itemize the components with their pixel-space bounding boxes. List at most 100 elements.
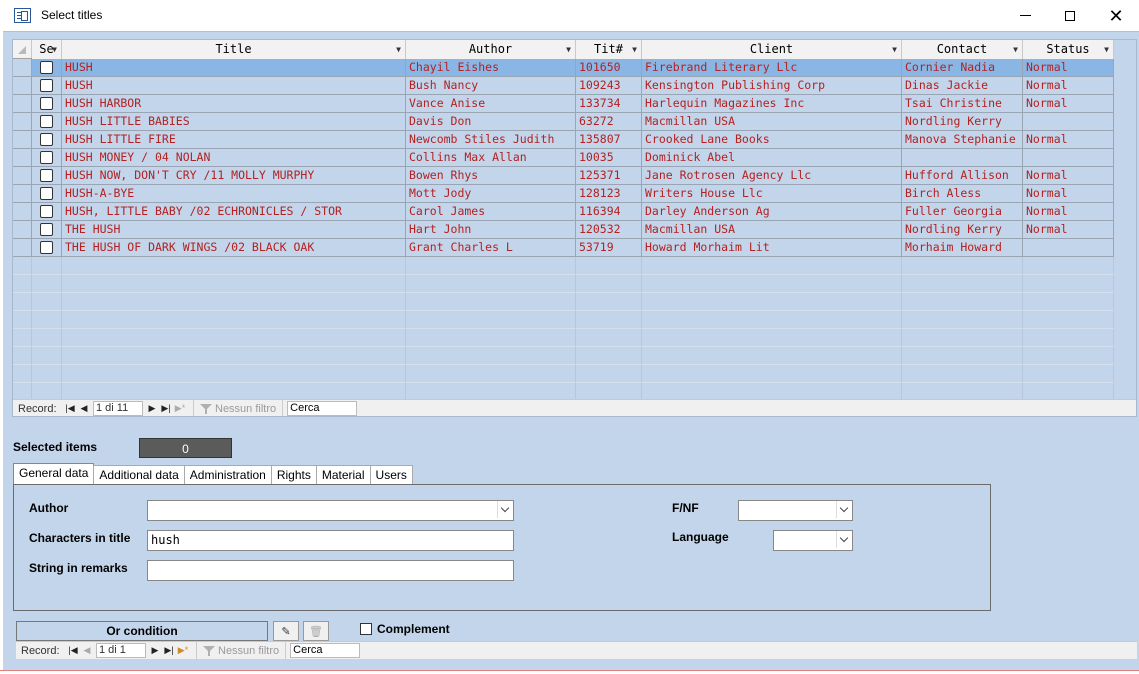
cell-client[interactable]: Firebrand Literary Llc bbox=[642, 59, 902, 77]
row-checkbox[interactable] bbox=[40, 205, 53, 218]
cell-status[interactable] bbox=[1023, 149, 1114, 167]
sort-filter-arrow-icon[interactable]: ▼ bbox=[1104, 41, 1109, 59]
cell-title[interactable]: HUSH LITTLE FIRE bbox=[62, 131, 406, 149]
next-record-icon[interactable]: ▶ bbox=[145, 403, 159, 414]
sort-filter-arrow-icon[interactable]: ▼ bbox=[396, 41, 401, 59]
row-checkbox[interactable] bbox=[40, 169, 53, 182]
cell-contact[interactable]: Fuller Georgia bbox=[902, 203, 1023, 221]
row-checkbox[interactable] bbox=[40, 97, 53, 110]
author-combo[interactable] bbox=[147, 500, 514, 521]
column-header-5[interactable]: Contact ▼ bbox=[902, 40, 1023, 59]
sort-filter-arrow-icon[interactable]: ▼ bbox=[52, 41, 57, 59]
tab-material[interactable]: Material bbox=[315, 465, 371, 484]
tab-general-data[interactable]: General data bbox=[13, 463, 95, 485]
row-checkbox[interactable] bbox=[40, 115, 53, 128]
table-row[interactable]: HUSH LITTLE BABIES Davis Don 63272 Macmilla… bbox=[13, 113, 1114, 131]
row-checkbox[interactable] bbox=[40, 187, 53, 200]
author-dropdown-button[interactable] bbox=[497, 501, 512, 518]
cell-status[interactable]: Normal bbox=[1023, 167, 1114, 185]
cell-client[interactable]: Howard Morhaim Lit bbox=[642, 239, 902, 257]
row-selector[interactable] bbox=[13, 59, 32, 77]
cell-title[interactable]: HUSH NOW, DON'T CRY /11 MOLLY MURPHY bbox=[62, 167, 406, 185]
row-selector[interactable] bbox=[13, 239, 32, 257]
cell-author[interactable]: Hart John bbox=[406, 221, 576, 239]
column-header-2[interactable]: Author ▼ bbox=[406, 40, 576, 59]
cell-client[interactable]: Darley Anderson Ag bbox=[642, 203, 902, 221]
cell-contact[interactable]: Manova Stephanie bbox=[902, 131, 1023, 149]
row-selector[interactable] bbox=[13, 203, 32, 221]
prev-record-icon[interactable]: ◀ bbox=[77, 403, 91, 414]
tab-users[interactable]: Users bbox=[369, 465, 413, 484]
filter-indicator[interactable]: Nessun filtro bbox=[196, 641, 287, 660]
cell-tit[interactable]: 101650 bbox=[576, 59, 642, 77]
cell-status[interactable]: Normal bbox=[1023, 131, 1114, 149]
cell-author[interactable]: Bowen Rhys bbox=[406, 167, 576, 185]
cell-status[interactable] bbox=[1023, 113, 1114, 131]
cell-tit[interactable]: 116394 bbox=[576, 203, 642, 221]
cell-tit[interactable]: 10035 bbox=[576, 149, 642, 167]
cell-tit[interactable]: 133734 bbox=[576, 95, 642, 113]
row-checkbox[interactable] bbox=[40, 133, 53, 146]
cell-title[interactable]: HUSH LITTLE BABIES bbox=[62, 113, 406, 131]
cell-title[interactable]: THE HUSH bbox=[62, 221, 406, 239]
cell-contact[interactable]: Dinas Jackie bbox=[902, 77, 1023, 95]
cell-tit[interactable]: 109243 bbox=[576, 77, 642, 95]
table-row[interactable]: HUSH Bush Nancy 109243 Kensington Publishin… bbox=[13, 77, 1114, 95]
cell-title[interactable]: HUSH-A-BYE bbox=[62, 185, 406, 203]
row-selector[interactable] bbox=[13, 131, 32, 149]
cell-contact[interactable]: Morhaim Howard bbox=[902, 239, 1023, 257]
characters-in-title-input[interactable]: hush bbox=[147, 530, 514, 551]
cell-title[interactable]: THE HUSH OF DARK WINGS /02 BLACK OAK bbox=[62, 239, 406, 257]
column-header-4[interactable]: Client ▼ bbox=[642, 40, 902, 59]
row-selector[interactable] bbox=[13, 95, 32, 113]
cell-client[interactable]: Dominick Abel bbox=[642, 149, 902, 167]
cell-author[interactable]: Grant Charles L bbox=[406, 239, 576, 257]
cell-tit[interactable]: 120532 bbox=[576, 221, 642, 239]
cell-contact[interactable]: Tsai Christine bbox=[902, 95, 1023, 113]
row-selector[interactable] bbox=[13, 77, 32, 95]
or-condition-button[interactable]: Or condition bbox=[16, 621, 268, 641]
cell-status[interactable]: Normal bbox=[1023, 203, 1114, 221]
first-record-icon[interactable]: |◀ bbox=[63, 403, 77, 414]
last-record-icon[interactable]: ▶| bbox=[162, 645, 176, 656]
table-row[interactable]: HUSH-A-BYE Mott Jody 128123 Writers House L… bbox=[13, 185, 1114, 203]
cell-client[interactable]: Macmillan USA bbox=[642, 113, 902, 131]
string-in-remarks-input[interactable] bbox=[147, 560, 514, 581]
row-checkbox[interactable] bbox=[40, 151, 53, 164]
complement-checkbox[interactable]: Complement bbox=[360, 622, 450, 636]
record-position-field[interactable]: 1 di 11 bbox=[93, 401, 143, 416]
language-dropdown-button[interactable] bbox=[836, 531, 851, 548]
row-checkbox[interactable] bbox=[40, 61, 53, 74]
cell-status[interactable]: Normal bbox=[1023, 185, 1114, 203]
complement-box[interactable] bbox=[360, 623, 372, 635]
cell-tit[interactable]: 135807 bbox=[576, 131, 642, 149]
filter-indicator[interactable]: Nessun filtro bbox=[193, 399, 284, 416]
cell-author[interactable]: Davis Don bbox=[406, 113, 576, 131]
cell-contact[interactable] bbox=[902, 149, 1023, 167]
column-header-1[interactable]: Title ▼ bbox=[62, 40, 406, 59]
cell-title[interactable]: HUSH bbox=[62, 77, 406, 95]
cell-tit[interactable]: 53719 bbox=[576, 239, 642, 257]
cell-tit[interactable]: 63272 bbox=[576, 113, 642, 131]
apply-query-button[interactable]: ✎ bbox=[273, 621, 299, 641]
cell-author[interactable]: Mott Jody bbox=[406, 185, 576, 203]
cell-status[interactable]: Normal bbox=[1023, 95, 1114, 113]
sort-filter-arrow-icon[interactable]: ▼ bbox=[566, 41, 571, 59]
cell-title[interactable]: HUSH HARBOR bbox=[62, 95, 406, 113]
cell-title[interactable]: HUSH, LITTLE BABY /02 ECHRONICLES / STOR bbox=[62, 203, 406, 221]
tab-additional-data[interactable]: Additional data bbox=[93, 465, 185, 484]
cell-client[interactable]: Harlequin Magazines Inc bbox=[642, 95, 902, 113]
tab-administration[interactable]: Administration bbox=[183, 465, 272, 484]
sort-filter-arrow-icon[interactable]: ▼ bbox=[1013, 41, 1018, 59]
cell-status[interactable] bbox=[1023, 239, 1114, 257]
table-row[interactable]: HUSH MONEY / 04 NOLAN Collins Max Allan 10… bbox=[13, 149, 1114, 167]
row-selector[interactable] bbox=[13, 167, 32, 185]
cell-client[interactable]: Jane Rotrosen Agency Llc bbox=[642, 167, 902, 185]
cell-tit[interactable]: 125371 bbox=[576, 167, 642, 185]
table-row[interactable]: HUSH Chayil Eishes 101650 Firebrand Literar… bbox=[13, 59, 1114, 77]
row-selector[interactable] bbox=[13, 149, 32, 167]
table-row[interactable]: THE HUSH Hart John 120532 Macmillan USA Nord… bbox=[13, 221, 1114, 239]
prev-record-icon[interactable]: ◀ bbox=[80, 645, 94, 656]
cell-tit[interactable]: 128123 bbox=[576, 185, 642, 203]
record-position-field[interactable]: 1 di 1 bbox=[96, 643, 146, 658]
